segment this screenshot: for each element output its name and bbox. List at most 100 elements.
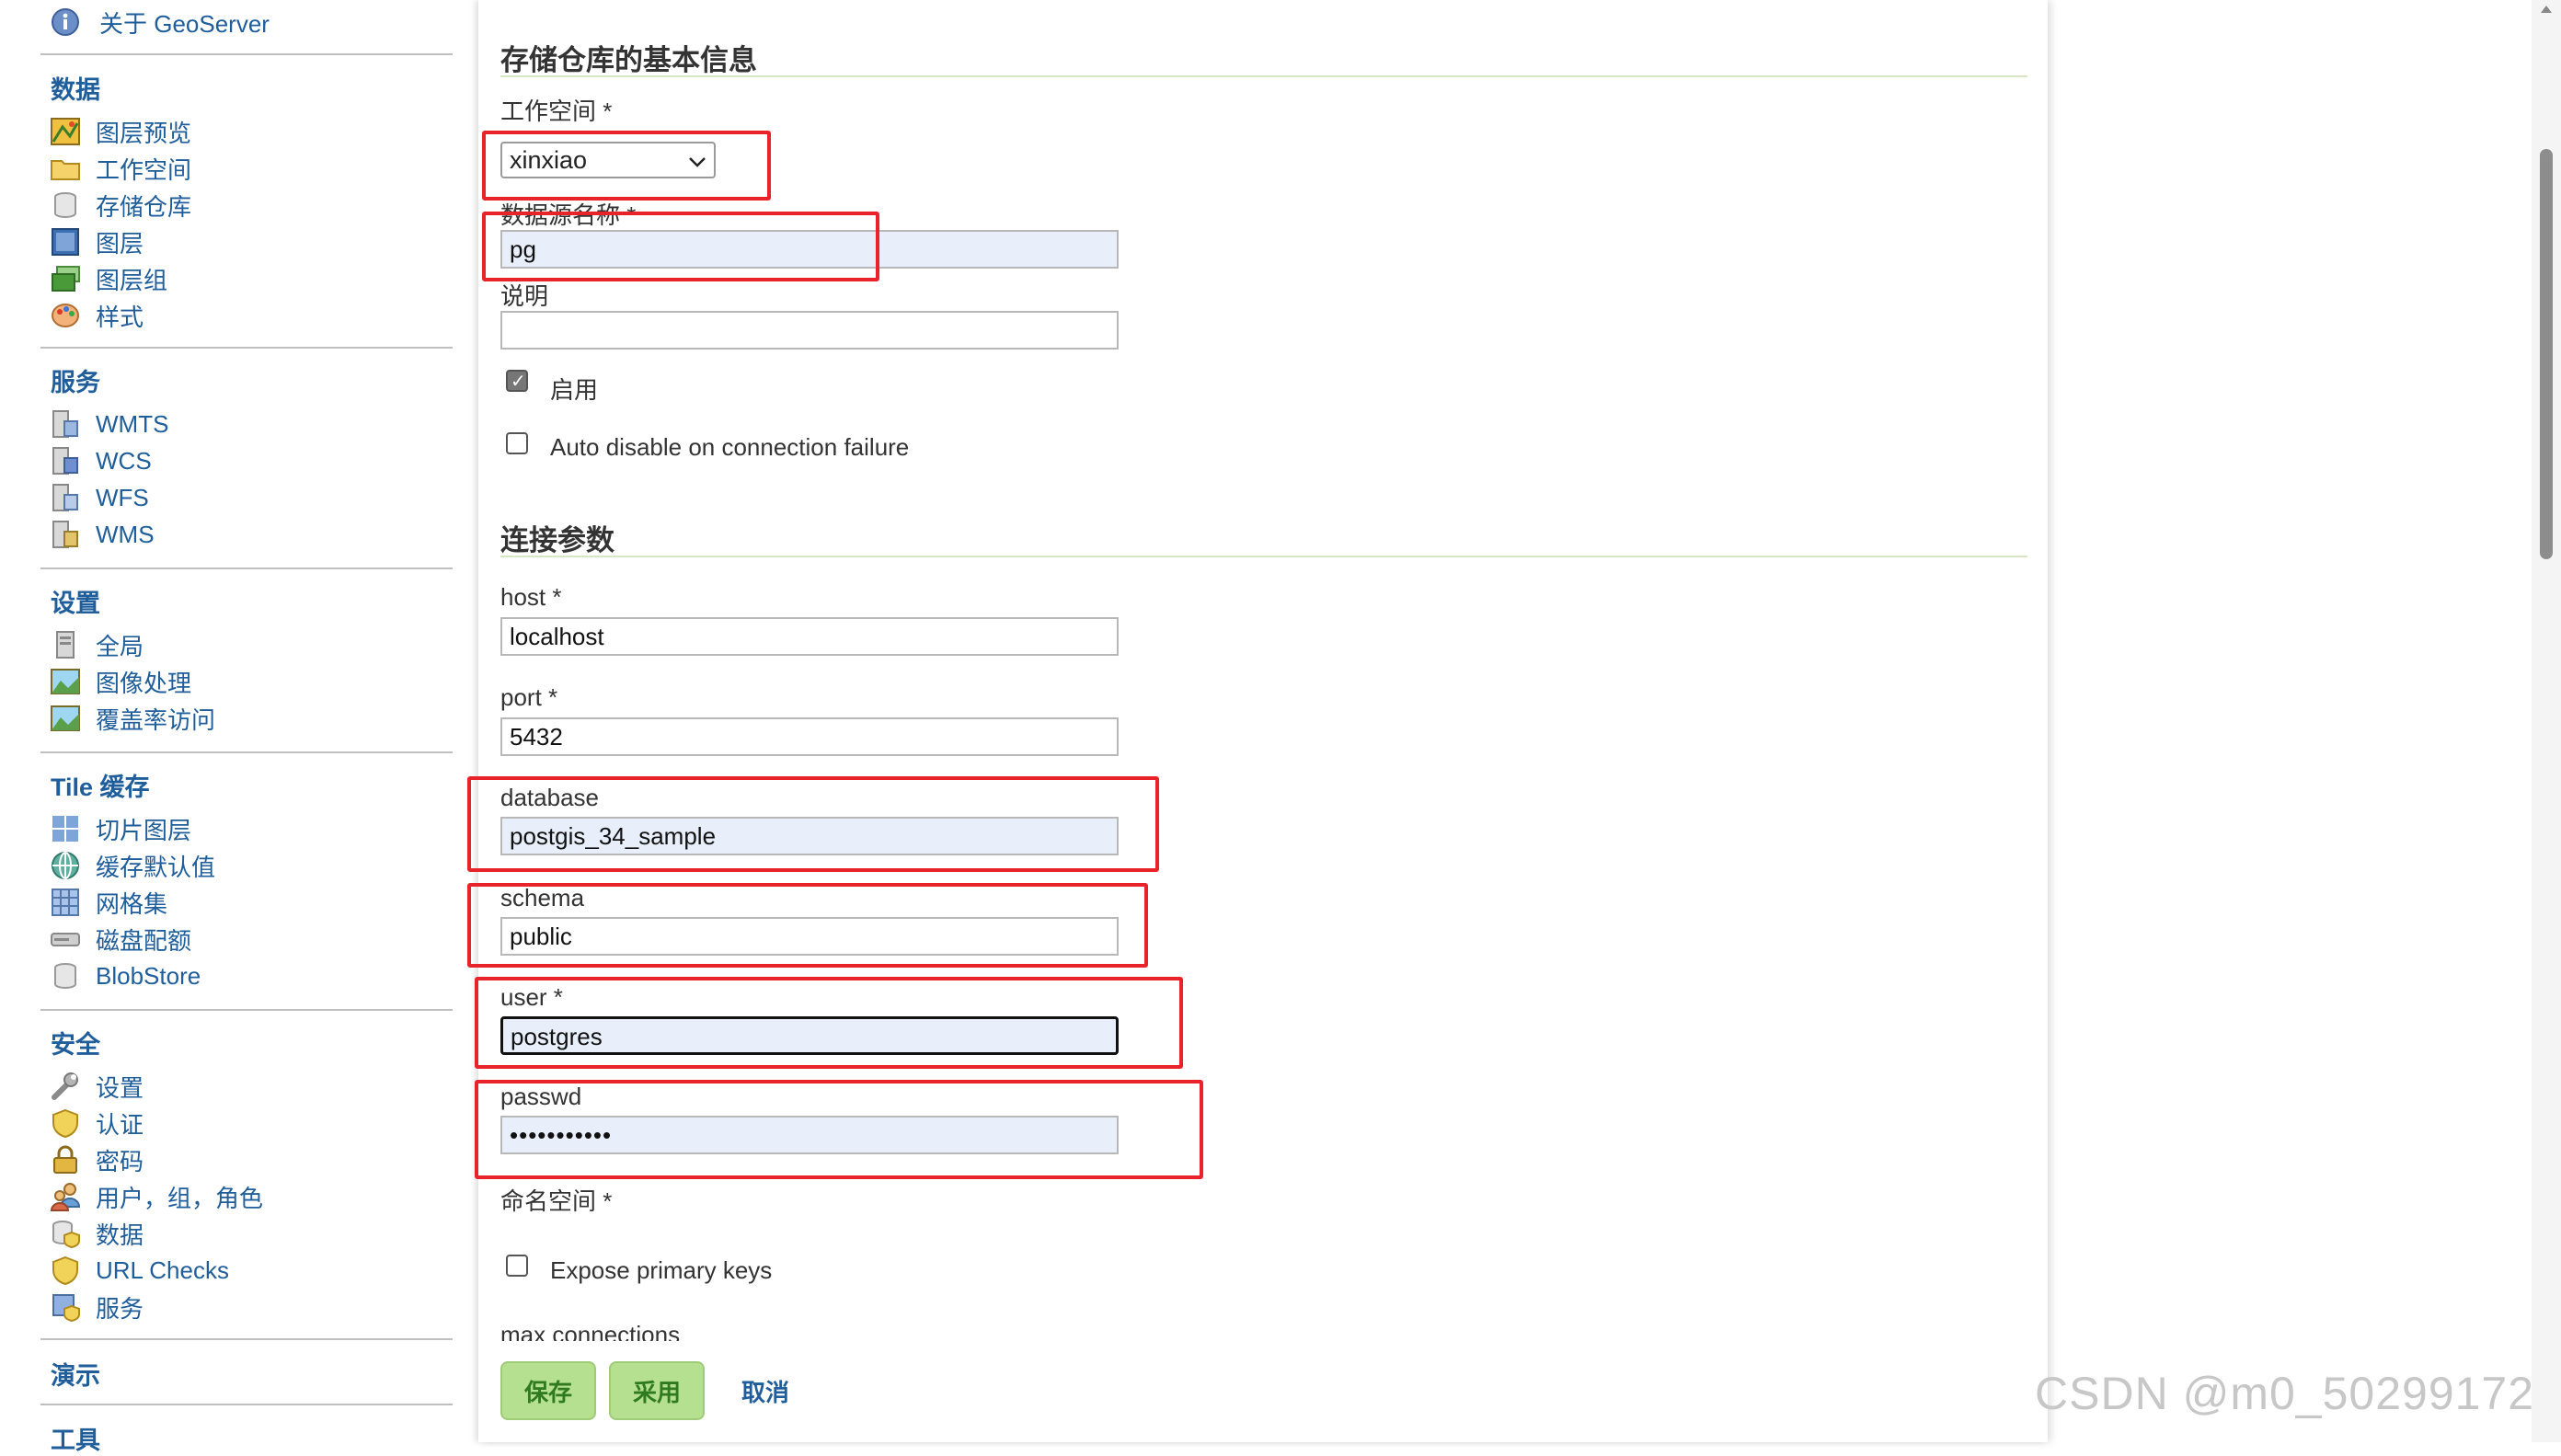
sidebar-item-wmts[interactable]: WMTS	[50, 406, 168, 442]
watermark: CSDN @m0_50299172	[2035, 1368, 2535, 1419]
sidebar-item-label: 图像处理	[96, 669, 192, 697]
sidebar-item-label: 密码	[96, 1147, 144, 1175]
annotation-box-passwd	[475, 1080, 1203, 1179]
sidebar-item-passwords[interactable]: 密码	[50, 1141, 144, 1178]
sidebar-item-label: 网格集	[96, 889, 168, 918]
sidebar-item-about[interactable]: 关于 GeoServer	[50, 4, 270, 40]
sidebar-item-authentication[interactable]: 认证	[50, 1105, 144, 1141]
sidebar-item-label: BlobStore	[96, 961, 201, 990]
sidebar-item-styles[interactable]: 样式	[50, 297, 144, 334]
store-edit-panel: 存储仓库的基本信息 工作空间 * xinxiao 数据源名称 * pg 说明 启…	[467, 0, 2048, 1442]
expose-primary-keys-label: Expose primary keys	[550, 1256, 773, 1284]
section-title-tile-cache: Tile 缓存	[51, 774, 150, 801]
sidebar-item-label: 图层预览	[96, 119, 192, 147]
scroll-up-arrow-icon[interactable]	[2541, 6, 2552, 13]
wcs-service-icon	[50, 445, 81, 476]
layer-group-icon	[50, 263, 81, 294]
section-title-security: 安全	[51, 1031, 100, 1059]
page-scrollbar[interactable]	[2532, 0, 2561, 1442]
database-icon	[50, 189, 81, 221]
sidebar-item-label: 设置	[96, 1073, 144, 1102]
sidebar-item-wfs[interactable]: WFS	[50, 479, 149, 516]
palette-icon	[50, 300, 81, 331]
sidebar-item-service-security[interactable]: 服务	[50, 1289, 144, 1325]
description-input[interactable]	[500, 311, 1119, 350]
sidebar-item-label: 关于 GeoServer	[99, 9, 270, 38]
max-connections-label: max connections	[500, 1321, 681, 1341]
coverage-access-icon	[50, 703, 81, 734]
disk-icon	[50, 923, 81, 955]
sidebar-item-coverage-access[interactable]: 覆盖率访问	[50, 700, 215, 737]
globe-icon	[50, 850, 81, 881]
database-icon	[50, 960, 81, 992]
sidebar-item-wms[interactable]: WMS	[50, 516, 155, 553]
save-button[interactable]: 保存	[500, 1361, 596, 1420]
sidebar-item-label: WCS	[96, 446, 152, 475]
sidebar-item-label: WMS	[96, 520, 155, 548]
divider	[40, 1338, 453, 1340]
shield-icon	[50, 1255, 81, 1286]
wmts-service-icon	[50, 408, 81, 440]
data-security-icon	[50, 1218, 81, 1249]
sidebar-item-label: 切片图层	[96, 816, 192, 844]
sidebar-item-users-groups-roles[interactable]: 用户，组，角色	[50, 1178, 263, 1215]
expose-primary-keys-checkbox[interactable]	[506, 1255, 528, 1277]
sidebar-item-layer-groups[interactable]: 图层组	[50, 260, 167, 297]
sidebar-item-wcs[interactable]: WCS	[50, 442, 152, 479]
divider	[40, 567, 453, 569]
sidebar-item-label: 服务	[96, 1294, 144, 1323]
enabled-checkbox[interactable]	[506, 370, 528, 393]
host-input[interactable]: localhost	[500, 617, 1119, 656]
section-divider	[500, 556, 2027, 557]
cancel-link[interactable]: 取消	[741, 1374, 789, 1408]
sidebar-item-layers[interactable]: 图层	[50, 224, 144, 260]
sidebar-item-image-processing[interactable]: 图像处理	[50, 663, 191, 700]
section-title-services: 服务	[51, 369, 100, 396]
workspace-label: 工作空间 *	[500, 97, 613, 125]
sidebar-item-data-security[interactable]: 数据	[50, 1215, 144, 1252]
sidebar-item-tile-layers[interactable]: 切片图层	[50, 810, 191, 847]
folder-icon	[50, 153, 81, 184]
divider	[40, 347, 453, 349]
divider	[40, 1404, 453, 1405]
section-title-demos[interactable]: 演示	[51, 1356, 100, 1392]
annotation-box-workspace	[482, 131, 771, 201]
section-title-tools[interactable]: 工具	[51, 1420, 100, 1456]
auto-disable-checkbox[interactable]	[506, 432, 528, 454]
sidebar-item-security-settings[interactable]: 设置	[50, 1068, 144, 1105]
sidebar-item-label: 样式	[96, 303, 144, 331]
port-input[interactable]: 5432	[500, 717, 1119, 756]
host-label: host *	[500, 583, 562, 611]
scrollbar-thumb[interactable]	[2540, 149, 2553, 559]
sidebar-item-label: 用户，组，角色	[96, 1184, 264, 1212]
section-divider	[500, 75, 2027, 77]
grid-icon	[50, 887, 81, 918]
sidebar-item-gridsets[interactable]: 网格集	[50, 884, 167, 921]
sidebar-item-label: 工作空间	[96, 155, 192, 184]
sidebar-item-label: WMTS	[96, 409, 169, 438]
section-title-basic-info: 存储仓库的基本信息	[500, 44, 757, 76]
sidebar-item-stores[interactable]: 存储仓库	[50, 187, 191, 224]
apply-button[interactable]: 采用	[609, 1361, 705, 1420]
sidebar-nav: 关于 GeoServer 数据 图层预览 工作空间 存储仓库 图层 图层组 样式…	[0, 0, 460, 1454]
divider	[40, 1009, 453, 1011]
sidebar-item-layer-preview[interactable]: 图层预览	[50, 113, 191, 150]
image-processing-icon	[50, 666, 81, 697]
sidebar-item-label: 缓存默认值	[96, 853, 216, 881]
sidebar-item-global[interactable]: 全局	[50, 626, 144, 663]
sidebar-item-url-checks[interactable]: URL Checks	[50, 1252, 229, 1289]
sidebar-item-disk-quota[interactable]: 磁盘配额	[50, 921, 191, 957]
sidebar-item-label: 覆盖率访问	[96, 705, 216, 734]
wrench-icon	[50, 1071, 81, 1102]
info-icon	[50, 6, 81, 38]
layer-icon	[50, 226, 81, 258]
divider	[40, 53, 453, 55]
sidebar-item-blobstore[interactable]: BlobStore	[50, 957, 201, 994]
divider	[40, 751, 453, 753]
section-title-data: 数据	[51, 76, 100, 104]
sidebar-item-workspaces[interactable]: 工作空间	[50, 150, 191, 187]
sidebar-item-cache-defaults[interactable]: 缓存默认值	[50, 847, 215, 884]
sidebar-item-label: 图层组	[96, 266, 168, 294]
shield-icon	[50, 1107, 81, 1139]
section-title-connection: 连接参数	[500, 524, 614, 556]
